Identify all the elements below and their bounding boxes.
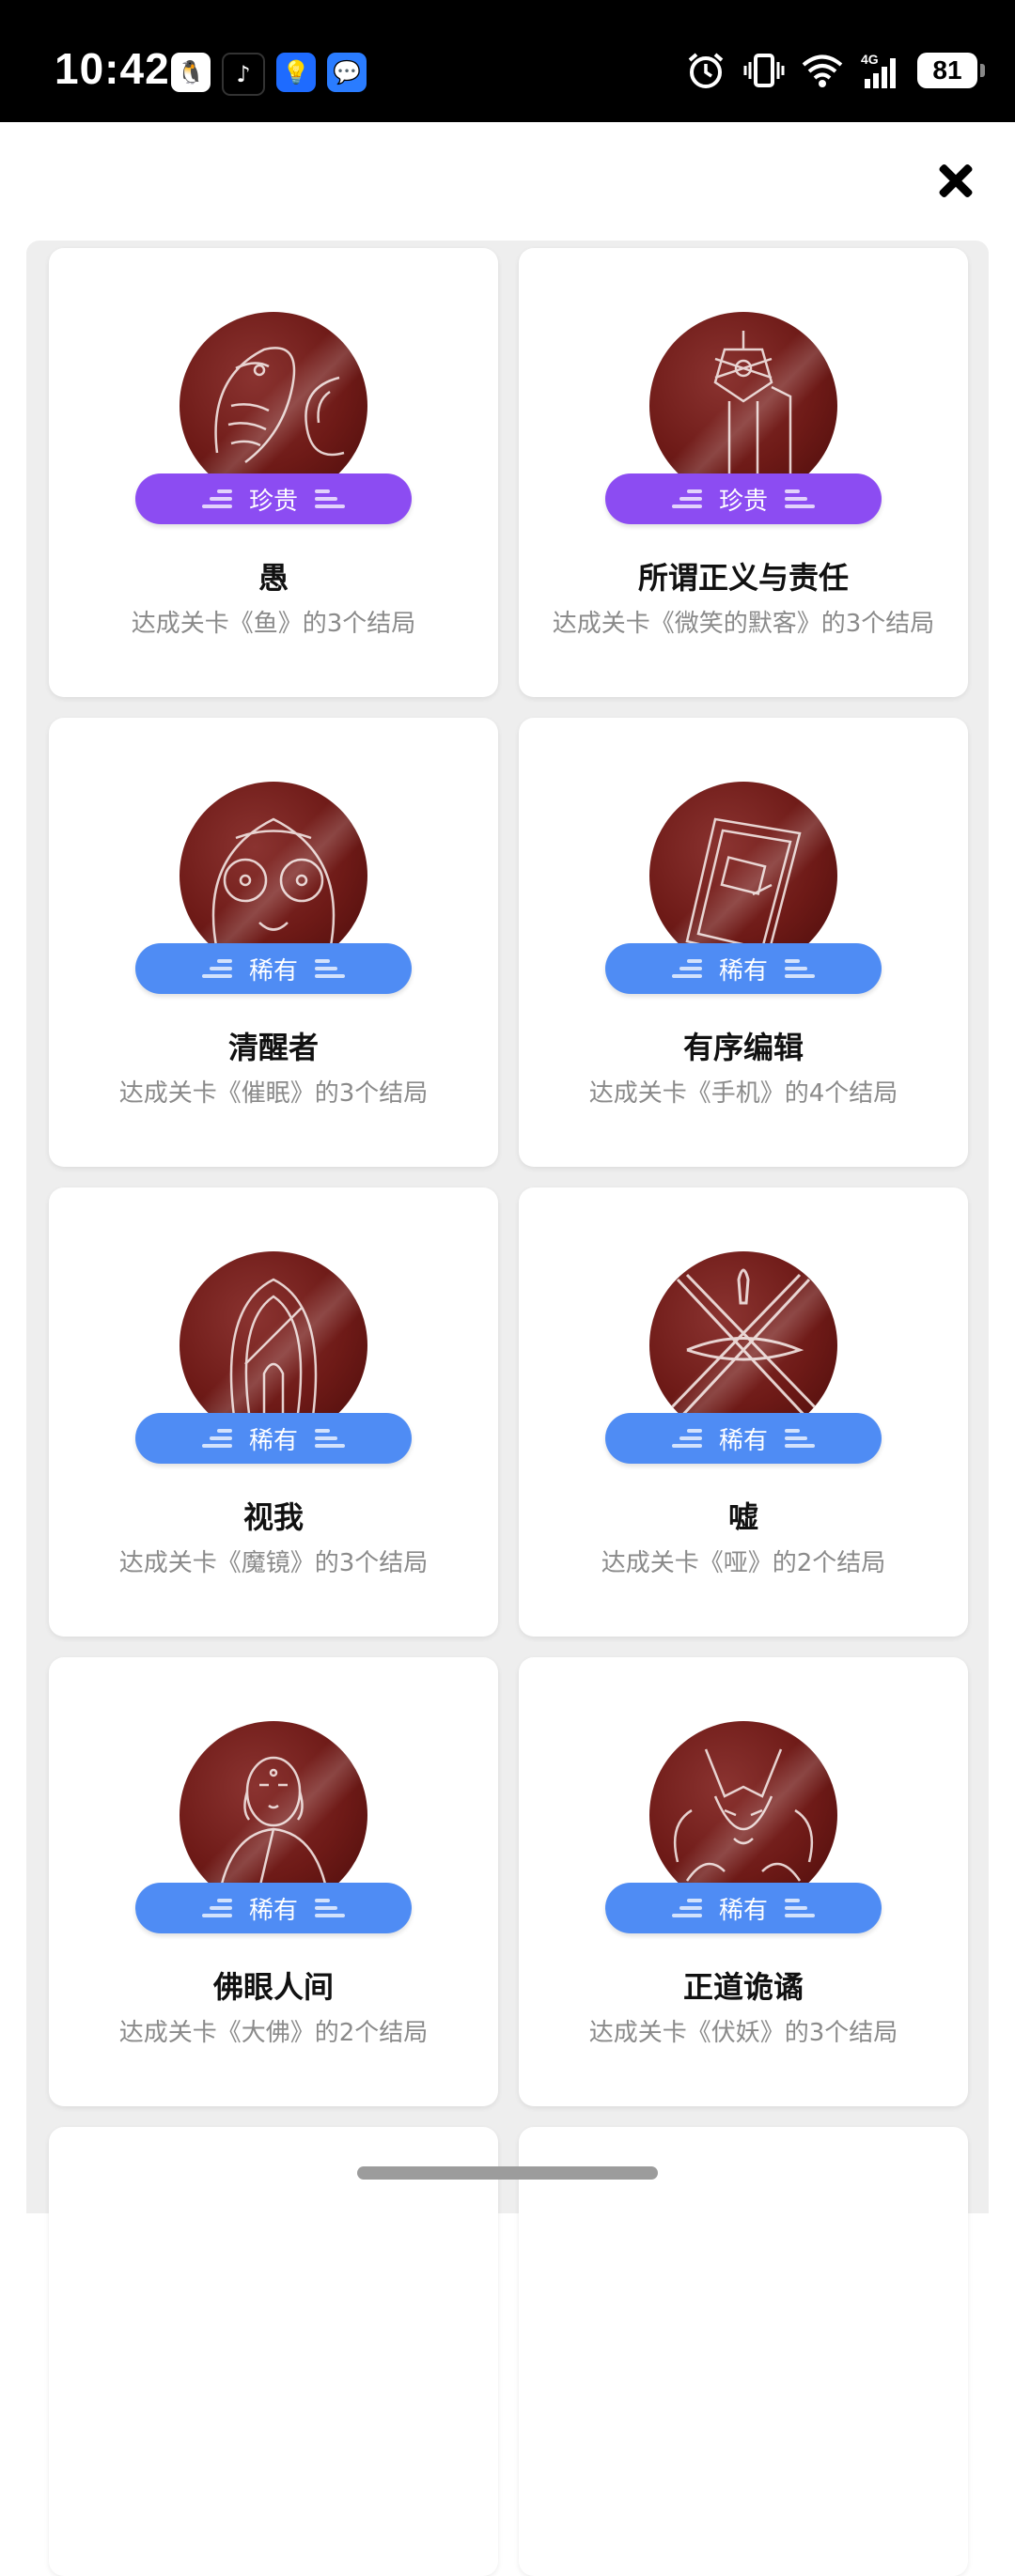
achievement-card[interactable]: 稀有 佛眼人间 达成关卡《大佛》的2个结局 xyxy=(49,1657,498,2106)
rarity-badge: 稀有 xyxy=(605,1883,882,1933)
achievement-title: 嘘 xyxy=(727,1499,758,1535)
achievement-title: 愚 xyxy=(258,560,289,596)
achievement-card[interactable]: 稀有 清醒者 达成关卡《催眠》的3个结局 xyxy=(49,718,498,1167)
signal-icon: 4G xyxy=(861,52,896,88)
achievement-card[interactable]: 珍贵 愚 达成关卡《鱼》的3个结局 xyxy=(49,248,498,697)
achievement-description: 达成关卡《伏妖》的3个结局 xyxy=(588,2019,898,2047)
achievement-title: 清醒者 xyxy=(227,1030,319,1065)
bulb-icon: 💡 xyxy=(276,53,316,92)
achievement-card[interactable]: 稀有 视我 达成关卡《魔镜》的3个结局 xyxy=(49,1187,498,1637)
rarity-badge: 珍贵 xyxy=(135,473,412,524)
achievement-card[interactable]: 稀有 嘘 达成关卡《哑》的2个结局 xyxy=(519,1187,968,1637)
mirror-icon xyxy=(180,1251,367,1439)
rarity-badge: 稀有 xyxy=(135,1413,412,1464)
achievement-description: 达成关卡《大佛》的2个结局 xyxy=(118,2019,429,2047)
rarity-badge: 稀有 xyxy=(135,1883,412,1933)
rarity-badge: 稀有 xyxy=(605,1413,882,1464)
rarity-label: 稀有 xyxy=(248,956,298,985)
achievement-description: 达成关卡《鱼》的3个结局 xyxy=(131,610,416,638)
close-button[interactable] xyxy=(936,162,976,201)
achievement-card[interactable]: 珍贵 所谓正义与责任 达成关卡《微笑的默客》的3个结局 xyxy=(519,248,968,697)
rarity-label: 稀有 xyxy=(718,1896,768,1925)
achievement-title: 视我 xyxy=(242,1499,304,1535)
rarity-label: 稀有 xyxy=(248,1896,298,1925)
rarity-badge: 珍贵 xyxy=(605,473,882,524)
tiktok-icon: ♪ xyxy=(222,53,265,96)
message-icon: 💬 xyxy=(327,53,367,92)
achievement-card[interactable]: 稀有 正道诡谲 达成关卡《伏妖》的3个结局 xyxy=(519,1657,968,2106)
buddha-icon xyxy=(180,1721,367,1909)
rarity-label: 珍贵 xyxy=(718,487,768,516)
status-bar: 10:42 🐧 ♪ 💡 💬 4G 81 xyxy=(0,0,1015,122)
achievement-description: 达成关卡《催眠》的3个结局 xyxy=(118,1079,429,1108)
achievement-description: 达成关卡《手机》的4个结局 xyxy=(588,1079,898,1108)
sword-icon xyxy=(649,312,837,500)
phone-icon xyxy=(649,782,837,970)
fox-icon xyxy=(649,1721,837,1909)
status-indicators: 4G 81 xyxy=(684,51,985,90)
alarm-icon xyxy=(688,53,724,88)
achievement-card[interactable] xyxy=(519,2127,968,2576)
face-icon xyxy=(180,782,367,970)
achievement-title: 佛眼人间 xyxy=(212,1969,334,2005)
home-indicator[interactable] xyxy=(357,2166,658,2180)
notification-apps: 🐧 ♪ 💡 💬 xyxy=(171,53,367,96)
achievement-title: 所谓正义与责任 xyxy=(637,560,849,596)
cross-icon xyxy=(649,1251,837,1439)
rarity-label: 稀有 xyxy=(718,1426,768,1455)
vibrate-icon xyxy=(743,54,785,87)
rarity-badge: 稀有 xyxy=(605,943,882,994)
wifi-icon xyxy=(802,54,843,87)
qq-icon: 🐧 xyxy=(171,53,211,92)
status-time: 10:42 xyxy=(55,44,170,93)
rarity-label: 稀有 xyxy=(718,956,768,985)
achievement-title: 有序编辑 xyxy=(682,1030,804,1065)
achievement-description: 达成关卡《魔镜》的3个结局 xyxy=(118,1549,429,1577)
achievement-description: 达成关卡《微笑的默客》的3个结局 xyxy=(552,610,935,638)
battery-indicator: 81 xyxy=(917,53,985,88)
achievement-description: 达成关卡《哑》的2个结局 xyxy=(601,1549,886,1577)
fish-icon xyxy=(180,312,367,500)
achievement-title: 正道诡谲 xyxy=(682,1969,804,2005)
rarity-label: 稀有 xyxy=(248,1426,298,1455)
achievement-grid: 珍贵 愚 达成关卡《鱼》的3个结局 珍贵 所谓正义与责任 达成关卡《微笑的默客》… xyxy=(49,248,968,2576)
achievement-card[interactable]: 稀有 有序编辑 达成关卡《手机》的4个结局 xyxy=(519,718,968,1167)
rarity-label: 珍贵 xyxy=(248,487,298,516)
rarity-badge: 稀有 xyxy=(135,943,412,994)
achievement-card[interactable] xyxy=(49,2127,498,2576)
svg-text:4G: 4G xyxy=(861,52,879,67)
